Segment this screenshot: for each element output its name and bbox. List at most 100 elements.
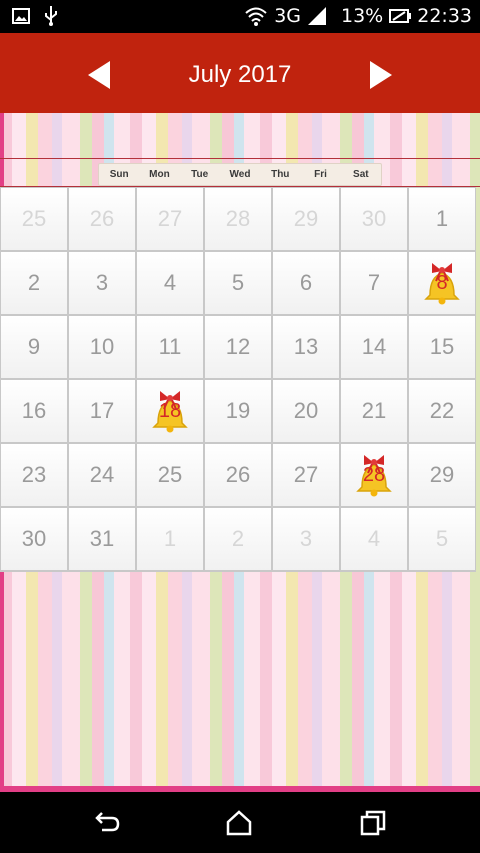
day-number: 5 xyxy=(435,526,449,551)
day-number: 29 xyxy=(293,206,319,231)
day-number: 15 xyxy=(429,334,455,359)
calendar-day[interactable]: 2 xyxy=(0,251,68,315)
divider-line xyxy=(0,158,480,159)
status-bar: 3G 13% 22:33 xyxy=(0,0,480,33)
day-number: 30 xyxy=(21,526,47,551)
day-number: 16 xyxy=(21,398,47,423)
calendar-day[interactable]: 28 xyxy=(204,187,272,251)
day-number: 25 xyxy=(157,462,183,487)
calendar-day[interactable]: 23 xyxy=(0,443,68,507)
month-title: July 2017 xyxy=(188,61,292,88)
signal-icon xyxy=(308,7,326,25)
weekday-label: Thu xyxy=(271,169,290,180)
weekday-label: Mon xyxy=(149,169,170,180)
day-number: 6 xyxy=(299,270,313,295)
calendar-day[interactable]: 3 xyxy=(272,507,340,571)
calendar-day-with-event[interactable]: 8 xyxy=(408,251,476,315)
calendar-day[interactable]: 29 xyxy=(272,187,340,251)
day-number: 27 xyxy=(157,206,183,231)
recents-icon[interactable] xyxy=(358,808,388,838)
day-number: 12 xyxy=(225,334,251,359)
day-number: 28 xyxy=(225,206,251,231)
calendar-day-with-event[interactable]: 18 xyxy=(136,379,204,443)
calendar-day[interactable]: 27 xyxy=(136,187,204,251)
day-number: 28 xyxy=(362,463,386,486)
day-number: 1 xyxy=(163,526,177,551)
calendar-day[interactable]: 20 xyxy=(272,379,340,443)
calendar-day[interactable]: 9 xyxy=(0,315,68,379)
day-number: 17 xyxy=(89,398,115,423)
weekday-label: Fri xyxy=(314,169,327,180)
day-number: 25 xyxy=(21,206,47,231)
day-number: 1 xyxy=(435,206,449,231)
calendar-day[interactable]: 10 xyxy=(68,315,136,379)
calendar-day[interactable]: 30 xyxy=(0,507,68,571)
day-number: 20 xyxy=(293,398,319,423)
weekday-label: Sat xyxy=(353,169,369,180)
calendar-day[interactable]: 30 xyxy=(340,187,408,251)
calendar-day[interactable]: 1 xyxy=(408,187,476,251)
day-number: 11 xyxy=(158,334,182,359)
calendar-day[interactable]: 21 xyxy=(340,379,408,443)
day-number: 3 xyxy=(95,270,109,295)
calendar-day[interactable]: 16 xyxy=(0,379,68,443)
calendar-grid: 25 26 27 28 29 30 1 2 3 4 5 6 7 8 9 10 11 12 13 14 15 16 17 1… xyxy=(0,187,476,572)
calendar-day[interactable]: 31 xyxy=(68,507,136,571)
calendar-day[interactable]: 5 xyxy=(408,507,476,571)
network-type: 3G xyxy=(274,5,301,27)
day-number: 23 xyxy=(21,462,47,487)
battery-icon xyxy=(389,9,412,23)
calendar-day[interactable]: 13 xyxy=(272,315,340,379)
calendar-day-with-event[interactable]: 28 xyxy=(340,443,408,507)
next-month-button[interactable] xyxy=(362,57,398,93)
calendar-day[interactable]: 25 xyxy=(136,443,204,507)
calendar-day[interactable]: 17 xyxy=(68,379,136,443)
day-number: 21 xyxy=(361,398,387,423)
calendar-day[interactable]: 29 xyxy=(408,443,476,507)
day-number: 5 xyxy=(231,270,245,295)
calendar-day[interactable]: 15 xyxy=(408,315,476,379)
weekday-label: Sun xyxy=(109,169,129,180)
system-navigation-bar xyxy=(0,792,480,853)
calendar-day[interactable]: 4 xyxy=(136,251,204,315)
day-number: 22 xyxy=(429,398,455,423)
calendar-day[interactable]: 12 xyxy=(204,315,272,379)
day-number: 27 xyxy=(293,462,319,487)
calendar-day[interactable]: 27 xyxy=(272,443,340,507)
day-number: 31 xyxy=(89,526,115,551)
home-icon[interactable] xyxy=(224,808,254,838)
calendar-day[interactable]: 3 xyxy=(68,251,136,315)
calendar-day[interactable]: 14 xyxy=(340,315,408,379)
wifi-icon xyxy=(245,7,267,26)
day-number: 14 xyxy=(361,334,387,359)
calendar-day[interactable]: 11 xyxy=(136,315,204,379)
day-number: 9 xyxy=(27,334,41,359)
calendar-day[interactable]: 19 xyxy=(204,379,272,443)
calendar-day[interactable]: 26 xyxy=(68,187,136,251)
calendar-day[interactable]: 25 xyxy=(0,187,68,251)
clock: 22:33 xyxy=(417,5,472,27)
day-number: 8 xyxy=(436,271,448,294)
calendar-day[interactable]: 4 xyxy=(340,507,408,571)
calendar-day[interactable]: 5 xyxy=(204,251,272,315)
calendar-day[interactable]: 2 xyxy=(204,507,272,571)
day-number: 3 xyxy=(299,526,313,551)
day-number: 18 xyxy=(158,399,182,422)
day-number: 24 xyxy=(89,462,115,487)
weekday-label: Wed xyxy=(229,169,251,180)
weekday-label: Tue xyxy=(191,169,209,180)
calendar-day[interactable]: 1 xyxy=(136,507,204,571)
calendar-day[interactable]: 24 xyxy=(68,443,136,507)
calendar-day[interactable]: 7 xyxy=(340,251,408,315)
calendar-day[interactable]: 26 xyxy=(204,443,272,507)
day-number: 26 xyxy=(225,462,251,487)
day-number: 26 xyxy=(89,206,115,231)
day-number: 2 xyxy=(231,526,245,551)
day-number: 30 xyxy=(361,206,387,231)
image-notification-icon xyxy=(12,8,30,24)
usb-icon xyxy=(45,6,57,26)
battery-percent: 13% xyxy=(341,5,384,27)
calendar-day[interactable]: 22 xyxy=(408,379,476,443)
back-icon[interactable] xyxy=(92,808,122,838)
calendar-day[interactable]: 6 xyxy=(272,251,340,315)
